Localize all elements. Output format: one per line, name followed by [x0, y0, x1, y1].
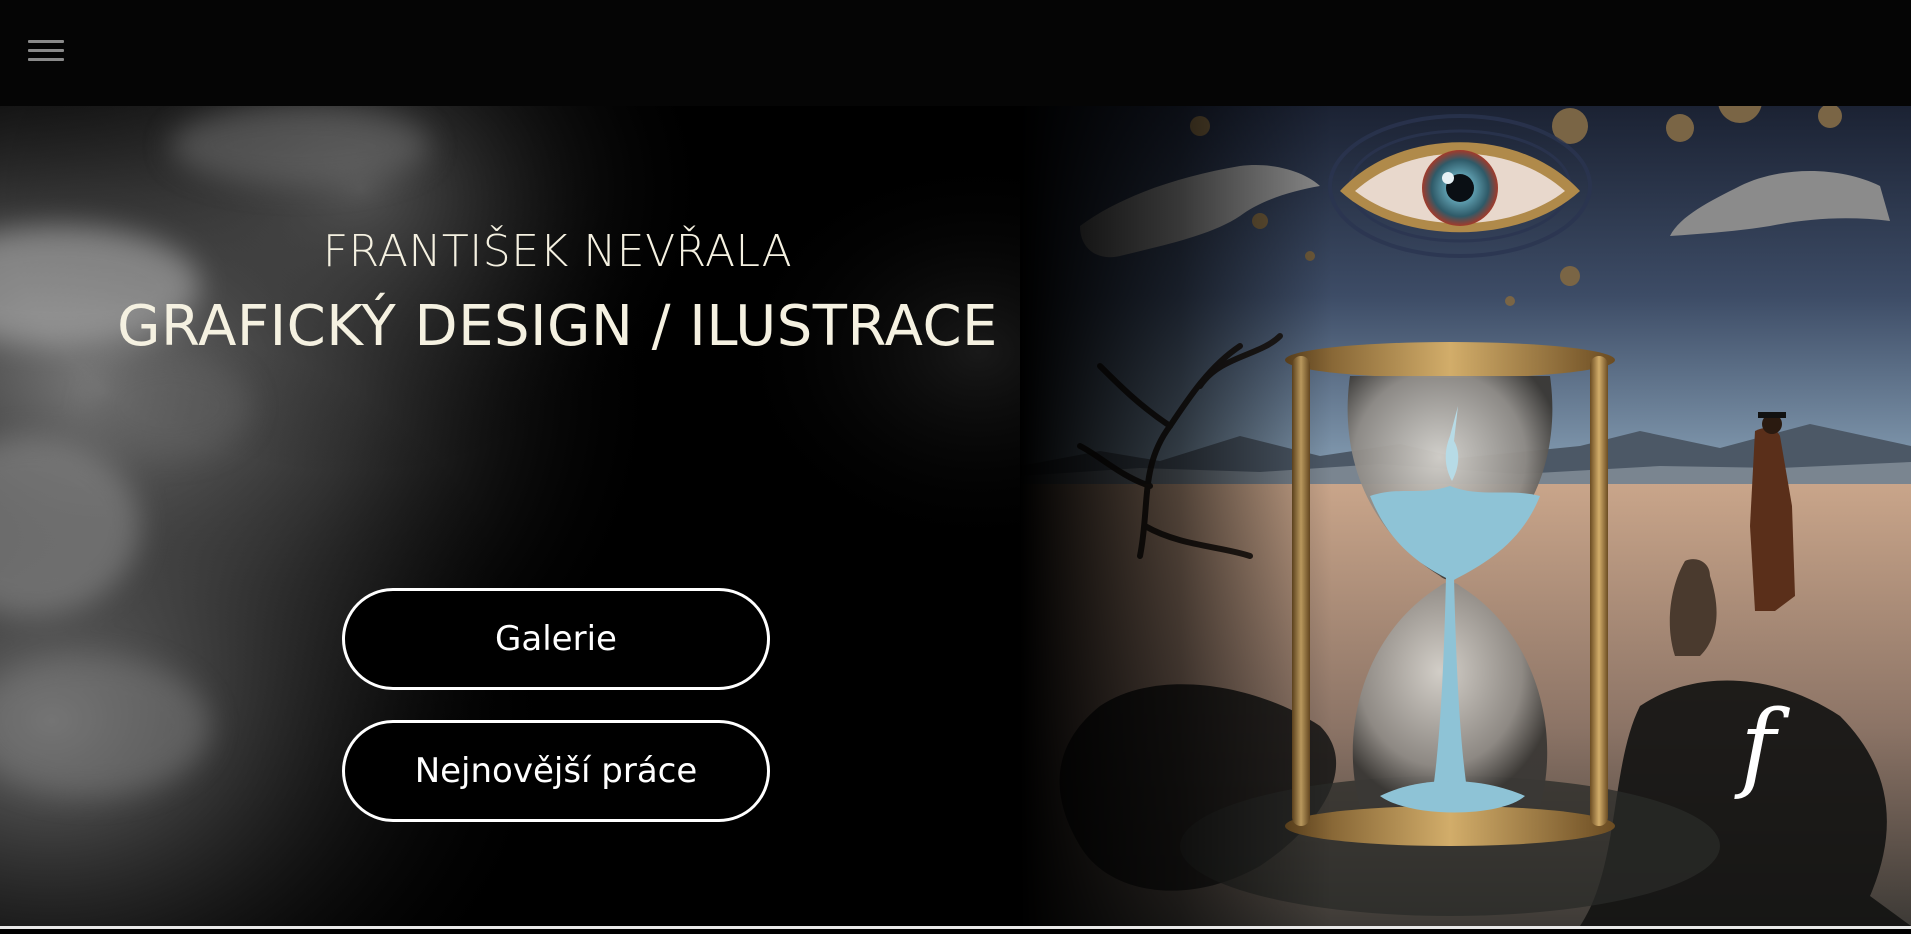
latest-work-button[interactable]: Nejnovější práce	[342, 720, 770, 822]
menu-line	[28, 58, 64, 61]
surreal-hourglass-artwork	[1020, 106, 1911, 926]
page-tagline: GRAFICKÝ DESIGN / ILUSTRACE	[117, 294, 998, 359]
gallery-button[interactable]: Galerie	[342, 588, 770, 690]
hamburger-menu-icon[interactable]	[28, 40, 64, 66]
hero-section: f FRANTIŠEK NEVŘALA GRAFICKÝ DESIGN / IL…	[0, 106, 1911, 926]
monogram-logo: f	[1740, 690, 1776, 802]
artist-name: FRANTIŠEK NEVŘALA	[322, 226, 793, 277]
bottom-strip	[0, 929, 1911, 934]
menu-line	[28, 40, 64, 43]
menu-line	[28, 49, 64, 52]
top-bar	[0, 0, 1911, 106]
